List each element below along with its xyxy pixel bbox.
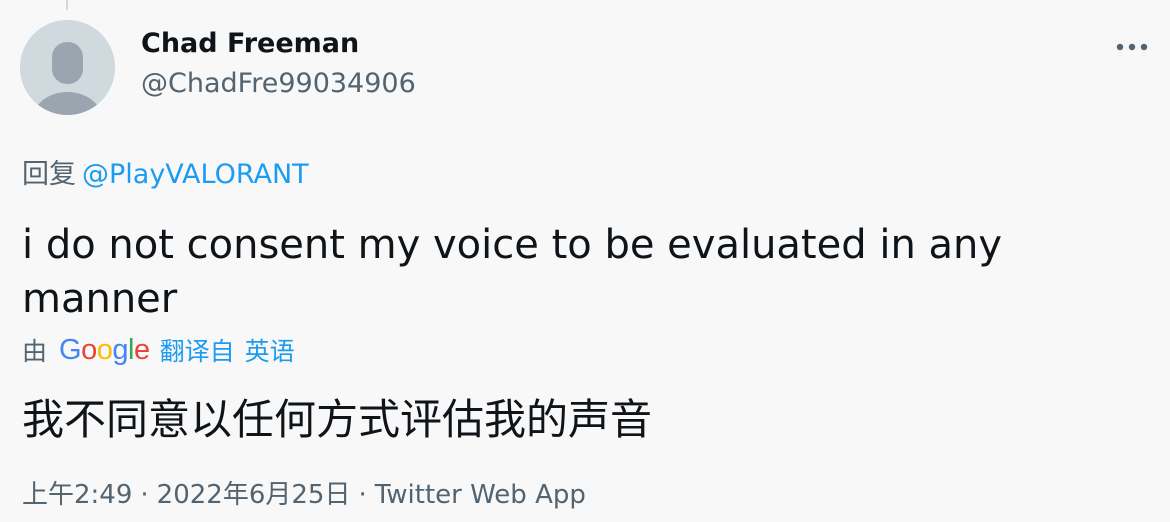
reply-mention-link[interactable]: @PlayVALORANT	[82, 159, 309, 190]
thread-connector-line	[66, 0, 68, 10]
more-horizontal-icon	[1116, 43, 1148, 51]
meta-separator: ·	[358, 480, 367, 510]
google-logo: Google	[59, 334, 150, 367]
google-logo-letter: g	[112, 333, 128, 366]
google-logo-letter: e	[133, 333, 150, 366]
tweet-text: i do not consent my voice to be evaluate…	[22, 222, 1003, 322]
translated-by-label: 由	[22, 337, 48, 366]
avatar[interactable]	[20, 20, 115, 115]
tweet-source-link[interactable]: Twitter Web App	[375, 480, 586, 510]
google-logo-letter: o	[81, 333, 97, 366]
google-logo-letter: G	[59, 333, 82, 366]
translated-text: 我不同意以任何方式评估我的声音	[22, 395, 653, 444]
author-name[interactable]: Chad Freeman	[141, 28, 359, 59]
more-options-button[interactable]	[1112, 30, 1152, 64]
translated-from-label[interactable]: 翻译自	[160, 332, 235, 368]
reply-prefix: 回复	[22, 159, 76, 190]
source-language-link[interactable]: 英语	[245, 332, 295, 368]
tweet-metadata: 上午2:49 · 2022年6月25日 · Twitter Web App	[22, 474, 586, 511]
default-avatar-icon	[20, 20, 115, 115]
google-logo-letter: o	[96, 333, 113, 366]
meta-separator: ·	[140, 480, 149, 510]
tweet-time[interactable]: 上午2:49	[22, 480, 132, 510]
author-handle[interactable]: @ChadFre99034906	[141, 68, 416, 99]
reply-context: 回复 @PlayVALORANT	[22, 152, 309, 191]
translation-attribution: 由 Google 翻译自 英语	[22, 333, 295, 367]
tweet-date[interactable]: 2022年6月25日	[157, 480, 351, 510]
